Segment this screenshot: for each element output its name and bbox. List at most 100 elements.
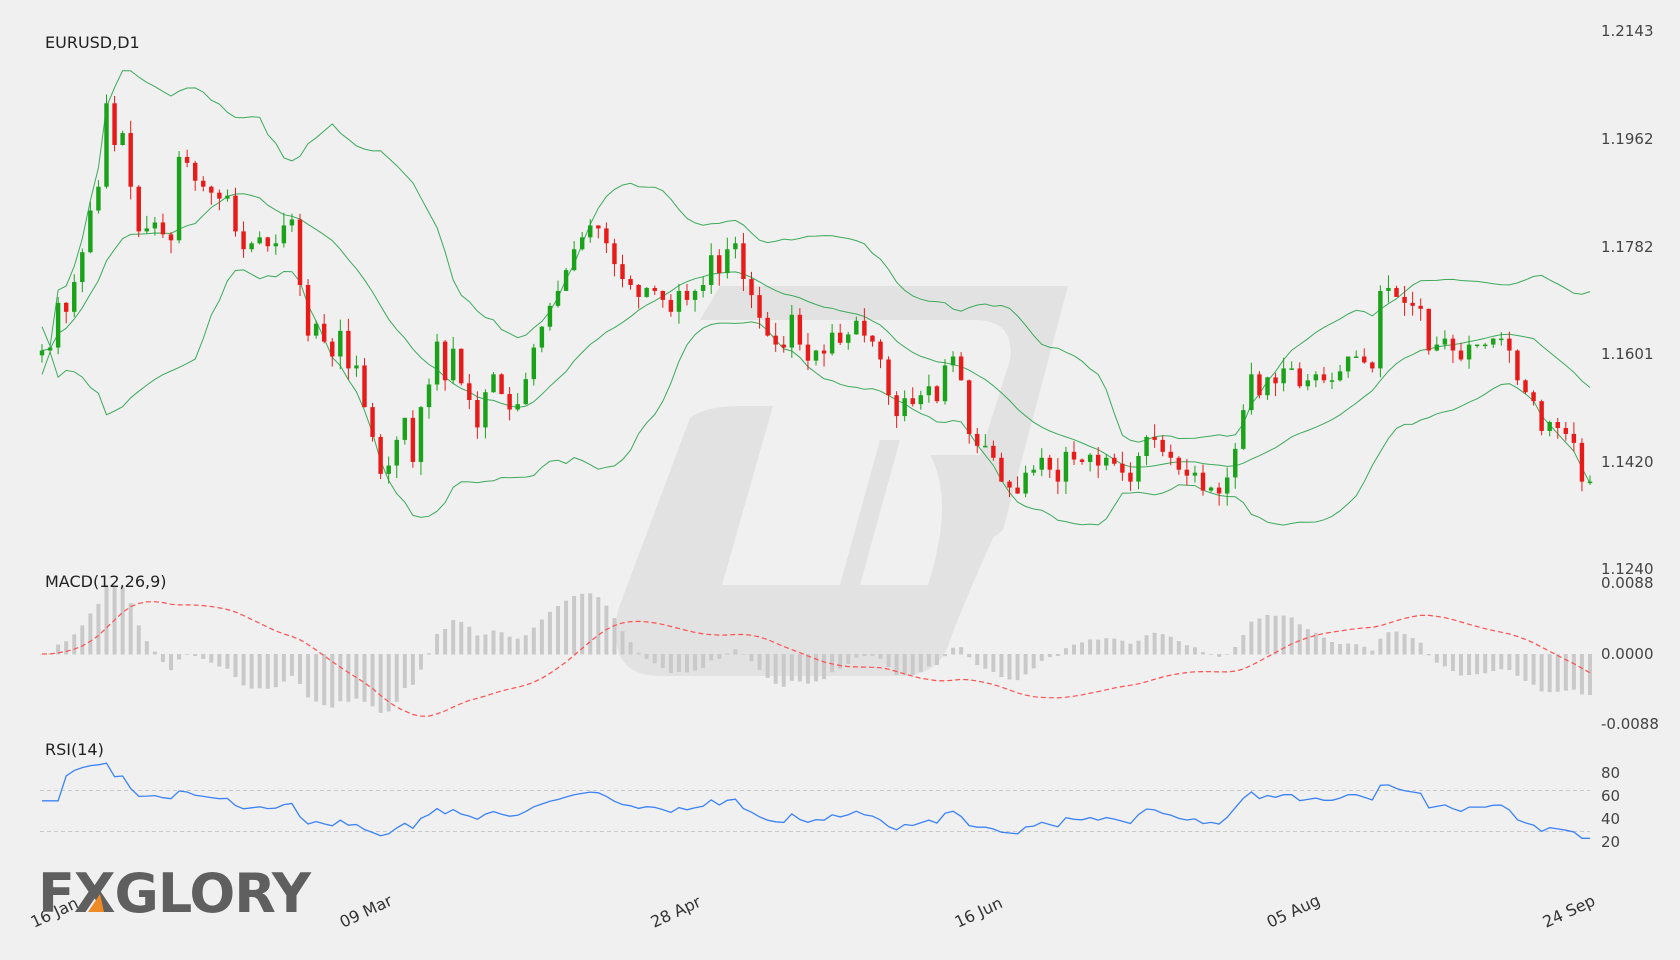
macd-bar	[878, 654, 883, 659]
bear-candle	[749, 279, 754, 296]
bear-candle	[765, 317, 770, 336]
rsi-pane	[40, 762, 1590, 839]
bear-candle	[805, 344, 811, 361]
bear-candle	[370, 407, 375, 437]
bull-candle	[96, 186, 101, 211]
bear-candle	[1370, 362, 1375, 369]
bull-candle	[1482, 344, 1488, 347]
macd-bar	[838, 654, 843, 669]
macd-bar	[805, 654, 810, 684]
bear-candle	[1184, 469, 1190, 476]
bear-candle	[184, 156, 190, 163]
bear-candle	[966, 380, 972, 434]
date-tick: 09 Mar	[337, 891, 396, 932]
bull-candle	[434, 341, 440, 385]
bear-candle	[934, 386, 940, 402]
bull-candle	[1466, 344, 1472, 360]
macd-y-axis: 0.0088 0.0000 -0.0088	[1601, 574, 1659, 733]
bull-candle	[926, 386, 932, 396]
bear-candle	[596, 225, 601, 229]
macd-bar	[64, 641, 69, 655]
macd-tick: 0.0000	[1601, 645, 1654, 663]
bull-candle	[1434, 344, 1440, 351]
bear-candle	[321, 323, 327, 342]
bull-candle	[483, 392, 488, 428]
macd-bar	[572, 595, 577, 655]
macd-bar	[1176, 641, 1181, 655]
bull-candle	[1208, 487, 1214, 491]
macd-bar	[1136, 640, 1141, 655]
macd-bar	[676, 654, 681, 672]
macd-bar	[1450, 654, 1455, 672]
bull-candle	[1313, 374, 1319, 381]
macd-bar	[1031, 654, 1036, 669]
macd-bar	[1386, 632, 1391, 655]
macd-bar	[491, 630, 496, 655]
rsi-y-axis: 80 60 40 20	[1601, 764, 1620, 851]
bear-candle	[1128, 472, 1133, 482]
bull-candle	[950, 356, 956, 366]
bear-candle	[1216, 487, 1222, 494]
macd-bar	[1273, 615, 1278, 655]
bull-candle	[1233, 448, 1238, 478]
macd-bar	[765, 654, 770, 678]
bull-candle	[1136, 455, 1141, 482]
bull-candle	[418, 407, 424, 462]
bear-candle	[660, 290, 666, 300]
bull-candle	[1087, 454, 1093, 462]
rsi-title: RSI(14)	[45, 740, 104, 759]
rsi-tick: 60	[1601, 787, 1620, 805]
macd-bar	[80, 625, 85, 655]
bear-candle	[410, 417, 416, 462]
macd-bar	[709, 654, 714, 661]
date-tick: 28 Apr	[648, 892, 705, 932]
bull-candle	[450, 348, 456, 381]
macd-bar	[249, 654, 254, 689]
bear-candle	[1362, 356, 1367, 363]
macd-bar	[1370, 650, 1375, 655]
macd-bar	[136, 625, 141, 655]
bull-candle	[47, 347, 53, 351]
macd-bar	[652, 654, 657, 664]
macd-bar	[1555, 654, 1560, 692]
macd-bar	[217, 654, 222, 667]
macd-bar	[1523, 654, 1528, 681]
bull-candle	[1289, 368, 1294, 370]
macd-bar	[991, 654, 996, 672]
macd-bar	[314, 654, 319, 702]
macd-bar	[685, 654, 689, 673]
bull-candle	[1104, 457, 1109, 466]
bear-candle	[628, 279, 633, 285]
bear-candle	[233, 195, 238, 232]
macd-bar	[418, 654, 423, 670]
bull-candle	[88, 210, 93, 253]
bull-candle	[563, 270, 569, 291]
bear-candle	[1410, 302, 1415, 306]
macd-bar	[1112, 638, 1117, 655]
bear-candle	[330, 341, 335, 357]
bear-candle	[886, 359, 891, 396]
price-tick: 1.2143	[1601, 22, 1654, 40]
macd-bar	[160, 654, 165, 663]
macd-bar	[959, 647, 964, 655]
bear-candle	[305, 284, 311, 336]
bull-candle	[426, 384, 432, 408]
bear-candle	[894, 395, 899, 417]
macd-bar	[588, 593, 593, 655]
bull-candle	[80, 252, 85, 283]
macd-bar	[854, 654, 859, 658]
macd-bar	[983, 654, 988, 669]
macd-bar	[1241, 635, 1246, 655]
macd-bar	[1047, 654, 1052, 658]
macd-bar	[1378, 638, 1383, 655]
bear-candle	[459, 348, 464, 384]
bull-candle	[120, 133, 125, 145]
bull-candle	[249, 243, 254, 250]
bear-candle	[684, 290, 690, 300]
macd-bar	[596, 597, 601, 655]
bear-candle	[1579, 442, 1585, 482]
bear-candle	[636, 284, 641, 297]
macd-bar	[846, 654, 851, 664]
macd-bar	[934, 654, 939, 666]
macd-bar	[1023, 654, 1028, 675]
